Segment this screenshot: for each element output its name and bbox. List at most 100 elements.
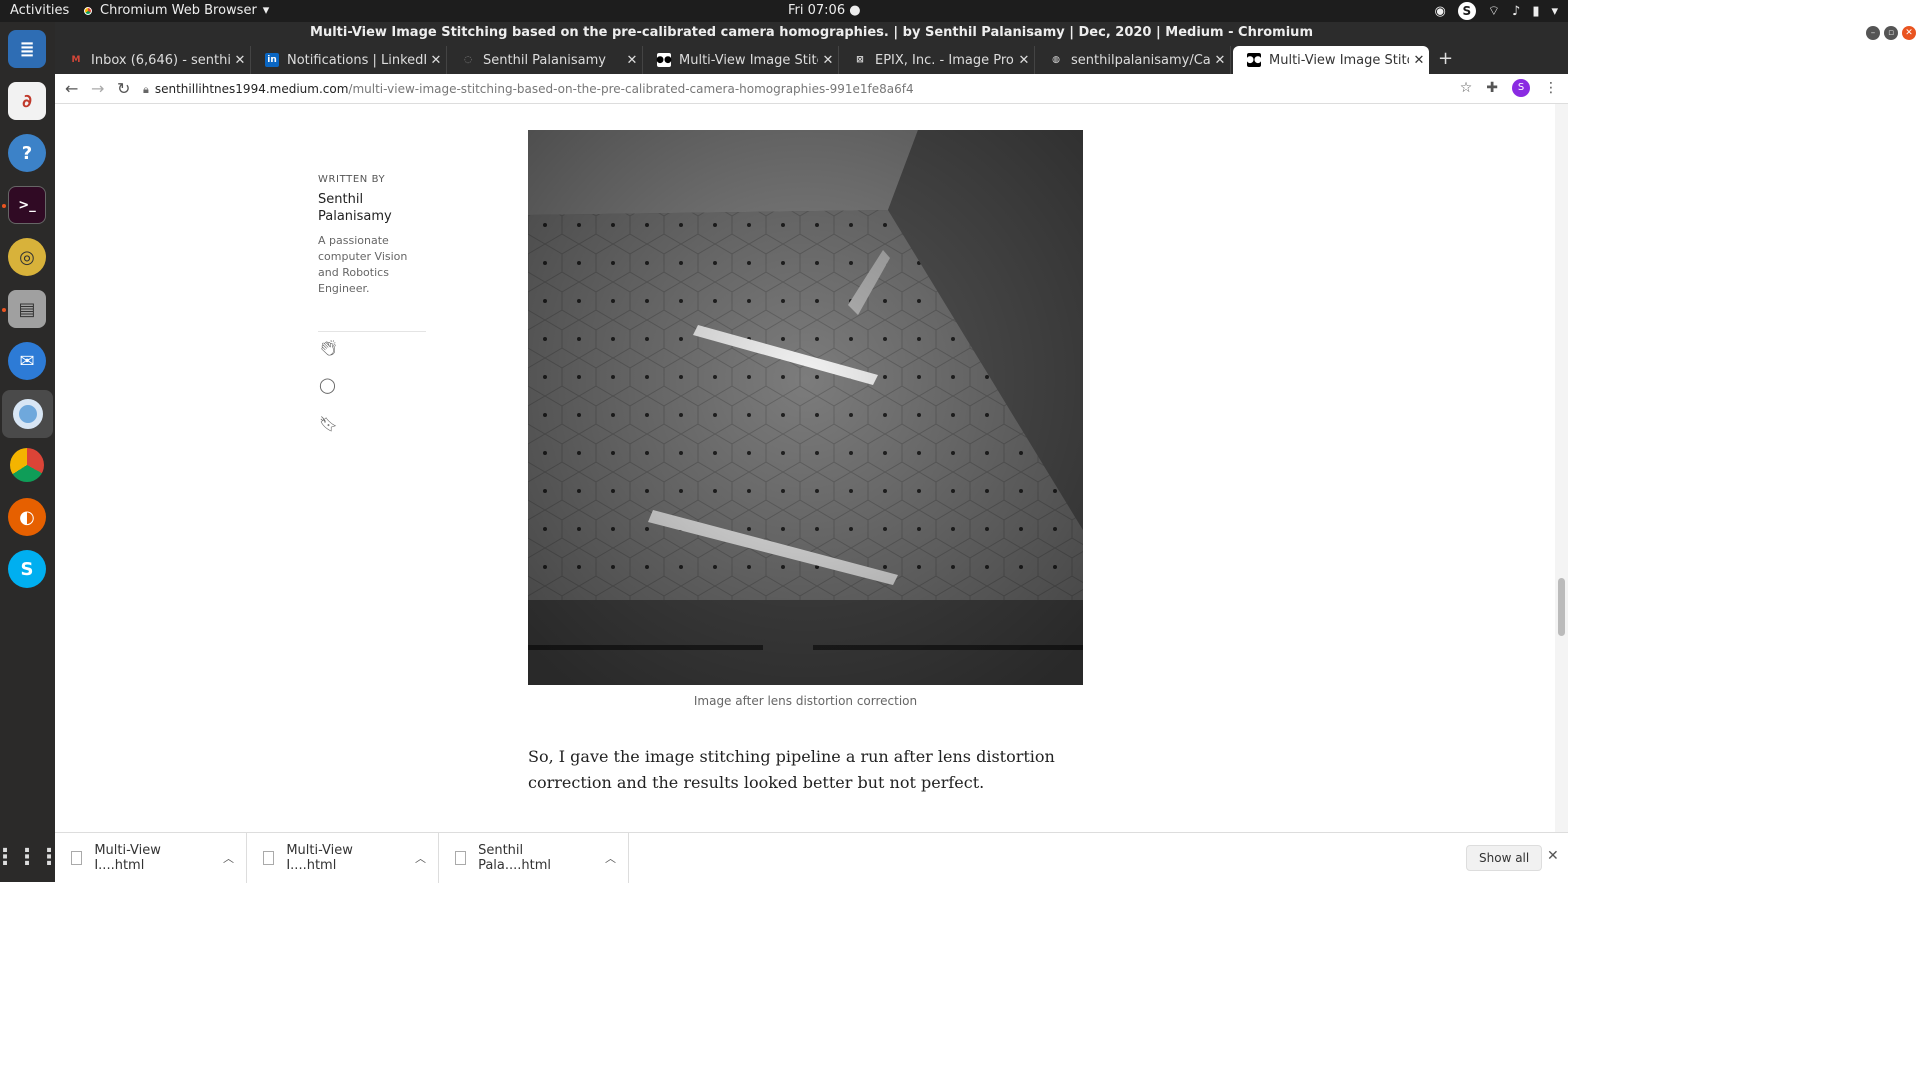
chrome-icon[interactable]	[8, 446, 46, 484]
back-arrow-icon[interactable]: ←	[65, 79, 78, 98]
new-tab-button[interactable]: +	[1438, 48, 1453, 69]
evince-icon[interactable]: ∂	[8, 82, 46, 120]
rhythmbox-icon[interactable]: ◎	[8, 238, 46, 276]
divider	[318, 331, 426, 332]
system-tray[interactable]: ◉ S ⌔ ♪ ▮ ▾	[1434, 2, 1558, 20]
extensions-puzzle-icon[interactable]: ✚	[1486, 80, 1498, 96]
chevron-up-icon[interactable]: ︿	[605, 850, 616, 866]
author-name[interactable]: Senthil Palanisamy	[318, 191, 428, 225]
tab-label: Senthil Palanisamy	[483, 52, 606, 68]
running-indicator	[2, 204, 6, 208]
tab-label: Multi-View Image Stitchin	[679, 52, 818, 68]
download-filename: Multi-View I....html	[286, 843, 353, 873]
bookmark-star-icon[interactable]: ☆	[1460, 80, 1473, 96]
skype-icon[interactable]: S	[8, 550, 46, 588]
tab-medium-active[interactable]: ●● Multi-View Image Stitchin ✕	[1233, 46, 1429, 74]
written-by-label: WRITTEN BY	[318, 174, 386, 185]
libreoffice-writer-icon[interactable]: ≣	[8, 30, 46, 68]
window-title: Multi-View Image Stitching based on the …	[55, 22, 1568, 44]
lock-icon[interactable]: 🔒︎	[143, 83, 149, 96]
comment-icon[interactable]: ◯	[319, 376, 336, 394]
close-tab-icon[interactable]: ✕	[426, 53, 446, 68]
camera-image-graphic	[528, 130, 1083, 685]
tab-label: Multi-View Image Stitchin	[1269, 52, 1409, 68]
thunderbird-icon[interactable]: ✉	[8, 342, 46, 380]
author-bio: A passionate computer Vision and Robotic…	[318, 234, 408, 295]
minimize-icon[interactable]: –	[1866, 26, 1880, 40]
article-image	[528, 130, 1083, 685]
chevron-up-icon[interactable]: ︿	[415, 850, 426, 866]
close-tab-icon[interactable]: ✕	[1014, 53, 1034, 68]
download-filename: Senthil Pala....html	[478, 843, 552, 873]
clock[interactable]: Fri 07:06 ●	[788, 3, 861, 18]
show-applications-icon[interactable]: ⋮⋮⋮	[0, 838, 60, 876]
close-tab-icon[interactable]: ✕	[230, 53, 250, 68]
tab-medium-1[interactable]: ●● Multi-View Image Stitchin ✕	[643, 46, 839, 74]
chromium-dock-icon[interactable]	[2, 390, 53, 438]
close-window-icon[interactable]: ✕	[1902, 26, 1916, 40]
tab-github[interactable]: ◍ senthilpalanisamy/Camer ✕	[1035, 46, 1231, 74]
close-tab-icon[interactable]: ✕	[622, 53, 642, 68]
download-filename: Multi-View I....html	[94, 843, 161, 873]
medium-icon: ●●	[1246, 53, 1262, 67]
page-scrollbar[interactable]	[1555, 104, 1568, 832]
close-tab-icon[interactable]: ✕	[1210, 53, 1230, 68]
browser-toolbar: ← → ↻ 🔒︎ senthillihtnes1994.medium.com/mu…	[55, 74, 1568, 104]
article-paragraph: So, I gave the image stitching pipeline …	[528, 747, 1055, 792]
file-icon	[455, 851, 467, 865]
close-tab-icon[interactable]: ✕	[1409, 53, 1429, 68]
battery-icon[interactable]: ▮	[1532, 4, 1539, 19]
app-menu[interactable]: Chromium Web Browser ▾	[82, 3, 269, 18]
file-icon	[71, 851, 83, 865]
tab-label: Inbox (6,646) - senthilpala	[91, 52, 230, 68]
network-globe-icon[interactable]: ◉	[1434, 4, 1445, 19]
tab-senthil[interactable]: ◌ Senthil Palanisamy ✕	[447, 46, 643, 74]
close-download-shelf-icon[interactable]: ✕	[1547, 848, 1559, 864]
url-path: /multi-view-image-stitching-based-on-the…	[348, 82, 914, 96]
chevron-down-icon[interactable]: ▾	[1551, 4, 1558, 19]
toolbar-actions: ☆ ✚ S ⋮	[1460, 79, 1558, 97]
download-shelf: Multi-View I....html ︿ Multi-View I....h…	[55, 832, 1568, 883]
download-item[interactable]: Multi-View I....html ︿	[55, 833, 247, 883]
file-icon	[263, 851, 275, 865]
profile-avatar[interactable]: S	[1512, 79, 1530, 97]
bookmark-icon[interactable]: 🔖︎	[319, 415, 338, 433]
firefox-icon[interactable]: ◐	[8, 498, 46, 536]
show-all-downloads-button[interactable]: Show all	[1466, 845, 1543, 871]
close-tab-icon[interactable]: ✕	[818, 53, 838, 68]
url-domain: senthillihtnes1994.medium.com	[154, 82, 349, 96]
terminal-icon[interactable]: >_	[8, 186, 46, 224]
skype-tray-icon[interactable]: S	[1457, 2, 1476, 20]
clap-icon[interactable]: 👏︎	[319, 339, 338, 357]
tab-bar: M Inbox (6,646) - senthilpala ✕ in Notif…	[55, 44, 1568, 74]
maximize-icon[interactable]: ▫	[1884, 26, 1898, 40]
files-icon[interactable]: ▤	[8, 290, 46, 328]
running-indicator	[2, 308, 6, 312]
forward-arrow-icon[interactable]: →	[91, 79, 104, 98]
chevron-up-icon[interactable]: ︿	[223, 850, 234, 866]
tab-linkedin[interactable]: in Notifications | LinkedIn ✕	[251, 46, 447, 74]
epix-icon: ⊠	[856, 55, 864, 65]
linkedin-icon: in	[265, 53, 279, 67]
wifi-icon[interactable]: ⌔	[1488, 3, 1500, 19]
download-item[interactable]: Senthil Pala....html ︿	[439, 833, 629, 883]
tab-epix[interactable]: ⊠ EPIX, Inc. - Image Processi ✕	[839, 46, 1035, 74]
medium-icon: ●●	[656, 53, 672, 67]
gmail-icon: M	[71, 55, 81, 65]
tab-label: EPIX, Inc. - Image Processi	[875, 52, 1014, 68]
reload-icon[interactable]: ↻	[117, 79, 130, 98]
author-sidebar: WRITTEN BY Senthil Palanisamy A passiona…	[318, 174, 428, 332]
address-bar[interactable]: 🔒︎ senthillihtnes1994.medium.com/multi-vi…	[143, 77, 1483, 101]
dock: ≣ ∂ ? >_ ◎ ▤ ✉ ◐ S ⋮⋮⋮	[0, 22, 60, 882]
activities-button[interactable]: Activities	[10, 3, 69, 18]
download-item[interactable]: Multi-View I....html ︿	[247, 833, 439, 883]
chevron-down-icon: ▾	[262, 3, 270, 18]
kebab-menu-icon[interactable]: ⋮	[1544, 80, 1558, 96]
help-icon[interactable]: ?	[8, 134, 46, 172]
chromium-icon	[82, 4, 94, 17]
scrollbar-thumb[interactable]	[1558, 578, 1565, 636]
volume-icon[interactable]: ♪	[1512, 4, 1520, 19]
app-menu-label: Chromium Web Browser	[100, 3, 257, 18]
image-caption: Image after lens distortion correction	[693, 694, 918, 708]
tab-gmail[interactable]: M Inbox (6,646) - senthilpala ✕	[55, 46, 251, 74]
